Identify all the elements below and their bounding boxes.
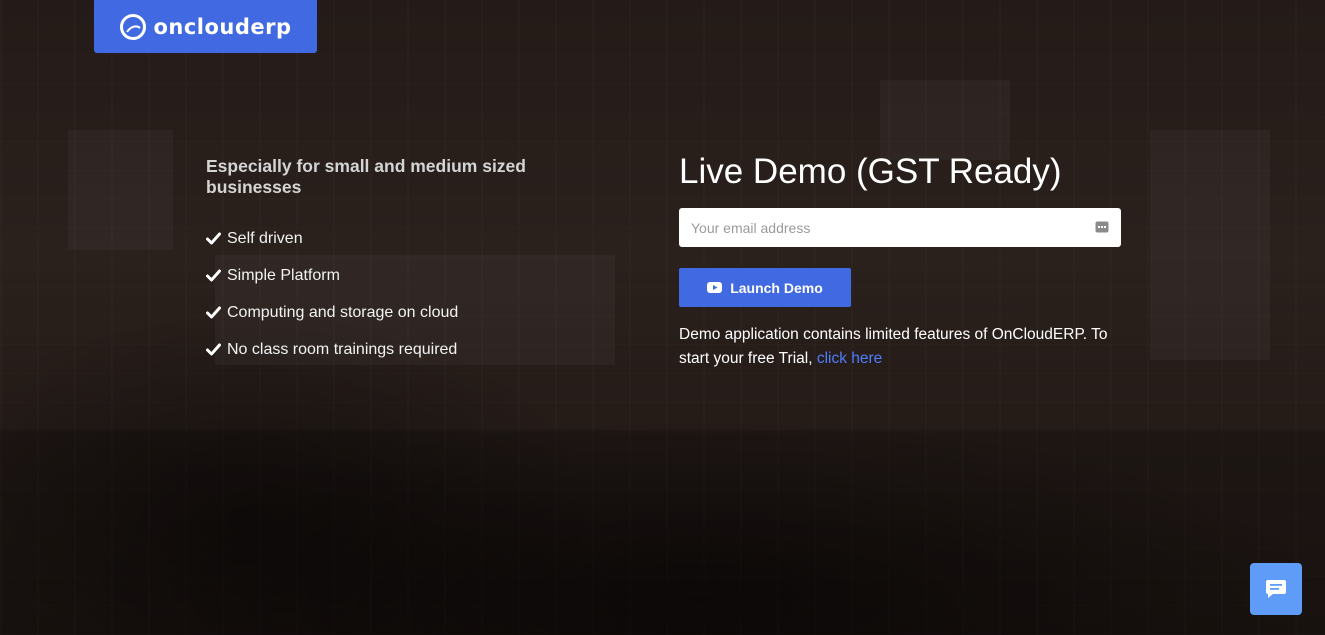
autofill-keypad-icon[interactable] <box>1095 221 1109 233</box>
features-panel: Especially for small and medium sized bu… <box>206 156 626 368</box>
background-shape <box>1150 130 1270 360</box>
live-demo-panel: Live Demo (GST Ready) Launch Demo Demo a… <box>679 152 1121 371</box>
launch-demo-button[interactable]: Launch Demo <box>679 268 851 307</box>
chat-bubble-icon <box>1266 580 1286 598</box>
demo-note: Demo application contains limited featur… <box>679 323 1121 371</box>
list-item: Self driven <box>206 220 626 257</box>
brand-logo[interactable]: onclouderp <box>94 0 317 53</box>
feature-label: Simple Platform <box>227 266 340 284</box>
email-field-wrapper <box>679 208 1121 247</box>
background-shape <box>68 130 173 250</box>
free-trial-link[interactable]: click here <box>817 350 882 367</box>
feature-list: Self driven Simple Platform Computing an… <box>206 220 626 368</box>
list-item: No class room trainings required <box>206 331 626 368</box>
launch-demo-label: Launch Demo <box>730 279 823 296</box>
list-item: Computing and storage on cloud <box>206 294 626 331</box>
brand-name: onclouderp <box>153 14 292 39</box>
chat-widget-button[interactable] <box>1250 563 1302 615</box>
check-icon <box>206 269 221 282</box>
check-icon <box>206 306 221 319</box>
check-icon <box>206 343 221 356</box>
background-crowd <box>0 430 1325 635</box>
background-photo <box>0 0 1325 635</box>
feature-label: Self driven <box>227 229 303 247</box>
email-field[interactable] <box>679 208 1121 247</box>
feature-label: No class room trainings required <box>227 340 458 358</box>
youtube-play-icon <box>707 282 723 293</box>
demo-note-text: Demo application contains limited featur… <box>679 326 1108 367</box>
cloud-swirl-icon <box>120 13 147 40</box>
check-icon <box>206 232 221 245</box>
list-item: Simple Platform <box>206 257 626 294</box>
background-shape <box>880 80 1010 160</box>
features-heading: Especially for small and medium sized bu… <box>206 156 526 197</box>
demo-title: Live Demo (GST Ready) <box>679 152 1062 191</box>
feature-label: Computing and storage on cloud <box>227 303 459 321</box>
